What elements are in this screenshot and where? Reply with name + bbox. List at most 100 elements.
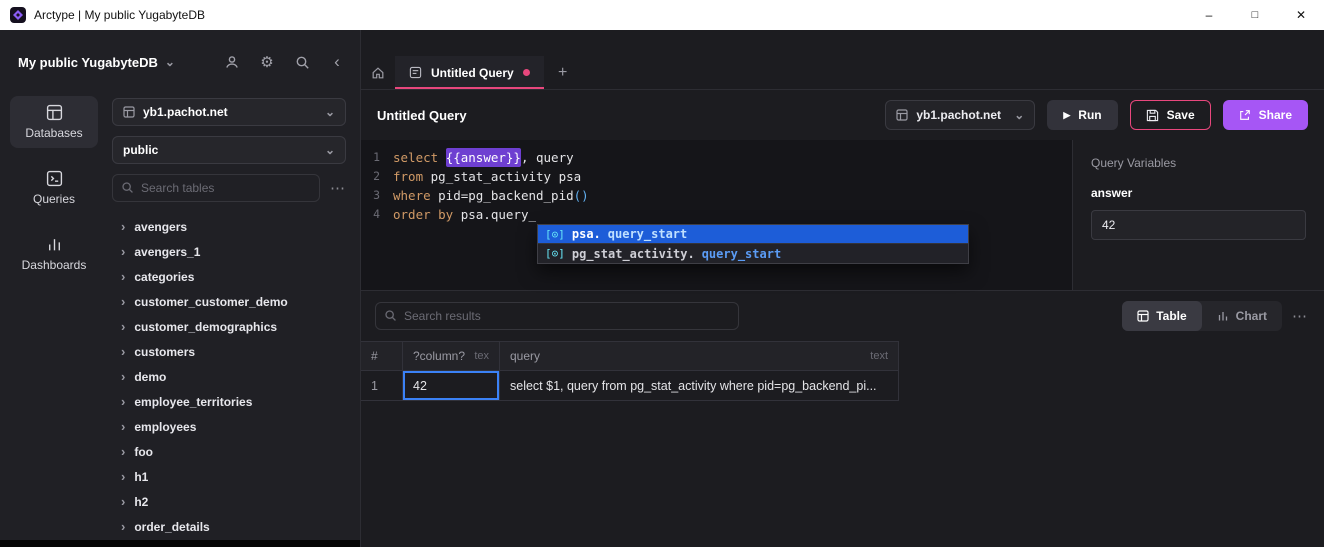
header-label: # — [371, 349, 378, 363]
nav-item-queries[interactable]: Queries — [10, 162, 98, 214]
table-item-avengers[interactable]: ›avengers — [112, 214, 346, 239]
play-icon: ▶ — [1063, 110, 1070, 121]
table-item-foo[interactable]: ›foo — [112, 439, 346, 464]
close-button[interactable]: ✕ — [1278, 0, 1324, 30]
table-view-button[interactable]: Table — [1122, 301, 1201, 331]
view-toggle: Table Chart — [1122, 301, 1282, 331]
header-label: query — [510, 349, 540, 363]
search-icon — [384, 309, 397, 322]
results-section: Table Chart ⋯ # ?column? tex — [361, 290, 1324, 547]
minimize-button[interactable]: – — [1186, 0, 1232, 30]
search-button[interactable] — [293, 53, 311, 71]
share-label: Share — [1259, 108, 1292, 122]
query-variable-token: {{answer}} — [446, 148, 521, 167]
schema-select[interactable]: public ⌄ — [112, 136, 346, 164]
chevron-right-icon: › — [121, 495, 125, 508]
column-icon: [⊙] — [545, 247, 565, 260]
table-item-categories[interactable]: ›categories — [112, 264, 346, 289]
chevron-down-icon: ⌄ — [325, 106, 335, 118]
result-cell-query[interactable]: select $1, query from pg_stat_activity w… — [500, 371, 898, 401]
chart-view-button[interactable]: Chart — [1202, 301, 1282, 331]
table-item-employee-territories[interactable]: ›employee_territories — [112, 389, 346, 414]
column-type: text — [862, 350, 888, 362]
dashboards-icon — [46, 236, 63, 253]
new-tab-button[interactable]: + — [544, 56, 582, 89]
row-index: 1 — [371, 379, 378, 393]
header-index[interactable]: # — [361, 342, 403, 371]
schema-name: public — [123, 143, 158, 157]
sql-keyword: where — [393, 186, 438, 205]
chevron-right-icon: › — [121, 295, 125, 308]
table-item-order-details[interactable]: ›order_details — [112, 514, 346, 539]
result-cell-column[interactable]: 42 — [403, 371, 500, 401]
nav-label: Queries — [33, 192, 75, 206]
tables-column: yb1.pachot.net ⌄ public ⌄ ⋯ ›avengers — [108, 94, 360, 547]
table-name: customers — [134, 345, 195, 359]
results-search-input[interactable] — [375, 302, 739, 330]
nav-label: Databases — [25, 126, 82, 140]
table-item-customers[interactable]: ›customers — [112, 339, 346, 364]
run-label: Run — [1078, 108, 1101, 122]
tab-label: Untitled Query — [431, 66, 514, 80]
line-number: 4 — [361, 205, 393, 224]
workspace-selector[interactable]: My public YugabyteDB ⌄ — [18, 55, 175, 70]
header-label: ?column? — [413, 349, 465, 363]
table-item-h1[interactable]: ›h1 — [112, 464, 346, 489]
share-button[interactable]: Share — [1223, 100, 1308, 130]
sql-editor[interactable]: 1select {{answer}}, query 2from pg_stat_… — [361, 140, 1072, 290]
connection-select[interactable]: yb1.pachot.net ⌄ — [112, 98, 346, 126]
row-index-cell[interactable]: 1 — [361, 371, 403, 401]
server-icon — [123, 106, 135, 118]
settings-gear-button[interactable]: ⚙ — [258, 53, 276, 71]
variable-value-input[interactable] — [1091, 210, 1306, 240]
home-tab[interactable] — [361, 56, 395, 89]
chevron-right-icon: › — [121, 220, 125, 233]
share-icon — [1239, 109, 1251, 121]
chart-view-label: Chart — [1236, 309, 1267, 323]
table-item-demo[interactable]: ›demo — [112, 364, 346, 389]
table-item-employees[interactable]: ›employees — [112, 414, 346, 439]
cell-value: 42 — [413, 379, 427, 393]
save-button[interactable]: Save — [1130, 100, 1211, 130]
autocomplete-item[interactable]: [⊙] pg_stat_activity.query_start — [538, 244, 968, 263]
save-icon — [1146, 109, 1159, 122]
run-button[interactable]: ▶ Run — [1047, 100, 1117, 130]
results-more-button[interactable]: ⋯ — [1292, 307, 1308, 325]
sql-text: , query — [521, 148, 574, 167]
nav-item-dashboards[interactable]: Dashboards — [10, 228, 98, 280]
column-icon: [⊙] — [545, 228, 565, 241]
sql-keyword: order by — [393, 205, 461, 224]
table-search — [112, 174, 320, 202]
arctype-logo-icon — [10, 7, 26, 23]
server-icon — [896, 109, 908, 121]
save-label: Save — [1167, 108, 1195, 122]
query-connection-select[interactable]: yb1.pachot.net ⌄ — [885, 100, 1035, 130]
nav-item-databases[interactable]: Databases — [10, 96, 98, 148]
grid-header-row: # ?column? tex query text — [361, 342, 898, 371]
table-item-avengers-1[interactable]: ›avengers_1 — [112, 239, 346, 264]
autocomplete-suffix: query_start — [608, 227, 687, 241]
tab-untitled-query[interactable]: Untitled Query — [395, 56, 544, 89]
table-item-customer-customer-demo[interactable]: ›customer_customer_demo — [112, 289, 346, 314]
table-name: h2 — [134, 495, 148, 509]
table-more-button[interactable]: ⋯ — [330, 179, 346, 197]
table-item-customer-demographics[interactable]: ›customer_demographics — [112, 314, 346, 339]
header-column[interactable]: ?column? tex — [403, 342, 500, 371]
autocomplete-item[interactable]: [⊙] psa.query_start — [538, 225, 968, 244]
account-button[interactable] — [223, 53, 241, 71]
query-file-icon — [409, 66, 422, 79]
variable-name: answer — [1091, 186, 1306, 200]
collapse-sidebar-button[interactable]: ‹ — [328, 53, 346, 71]
grid-data-row: 1 42 select $1, query from pg_stat_activ… — [361, 371, 898, 401]
maximize-button[interactable]: □ — [1232, 0, 1278, 30]
sql-keyword: from — [393, 167, 431, 186]
table-search-input[interactable] — [112, 174, 320, 202]
left-panel: My public YugabyteDB ⌄ ⚙ ‹ Databases — [0, 30, 360, 547]
header-query[interactable]: query text — [500, 342, 898, 371]
chevron-right-icon: › — [121, 395, 125, 408]
cell-value: select $1, query from pg_stat_activity w… — [510, 379, 877, 393]
table-name: foo — [134, 445, 153, 459]
sidebar-body: Databases Queries Dashboards yb1.pachot.… — [0, 94, 360, 547]
sql-text: pid=pg_backend_pid — [438, 186, 573, 205]
table-item-h2[interactable]: › h2 — [112, 489, 346, 514]
